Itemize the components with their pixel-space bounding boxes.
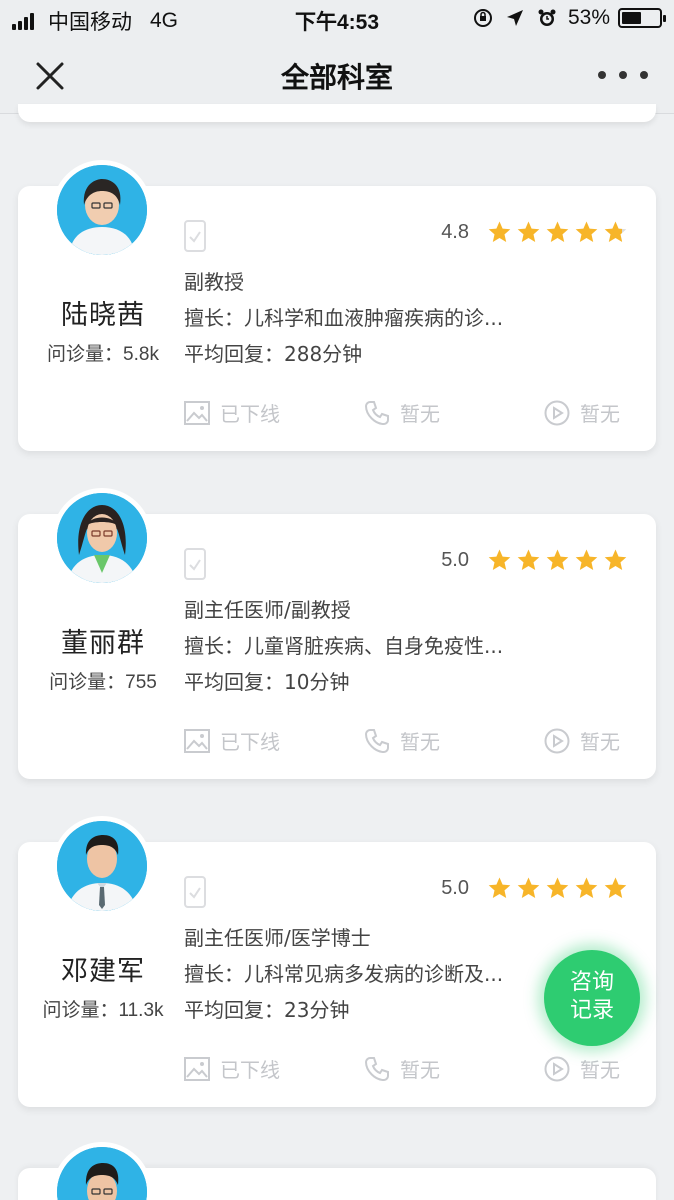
image-consult-label: 已下线: [220, 730, 280, 754]
avatar: [52, 816, 152, 916]
phone-consult-button[interactable]: 暂无: [364, 1054, 440, 1083]
rating-value: 5.0: [441, 549, 469, 571]
star-icon: [604, 877, 627, 898]
star-icon: [488, 549, 511, 570]
image-consult-button[interactable]: 已下线: [184, 1054, 280, 1083]
phone-verified-icon: [184, 220, 206, 252]
star-icon: [517, 549, 540, 570]
consult-count: 问诊量：11.3k: [42, 1000, 164, 1021]
star-icon: [517, 877, 540, 898]
consult-options: 已下线 暂无 暂无: [184, 726, 630, 758]
doctor-name: 董丽群: [61, 628, 145, 659]
phone-consult-button[interactable]: 暂无: [364, 726, 440, 755]
status-right: 53%: [472, 6, 666, 30]
star-rating: [483, 876, 628, 901]
location-icon: [504, 7, 526, 29]
rating-value: 5.0: [441, 877, 469, 899]
video-consult-label: 暂无: [580, 730, 620, 754]
previous-card-tail: [18, 104, 656, 122]
phone-consult-label: 暂无: [400, 730, 440, 754]
star-icon: [546, 549, 569, 570]
alarm-icon: [536, 7, 558, 29]
image-consult-label: 已下线: [220, 402, 280, 426]
image-consult-label: 已下线: [220, 1058, 280, 1082]
video-consult-button[interactable]: 暂无: [544, 1054, 620, 1083]
doctor-card[interactable]: 陆晓茜 问诊量：5.8k 4.8 副教授 擅长：儿科学和血液肿瘤疾病的诊... …: [18, 160, 656, 451]
consult-options: 已下线 暂无 暂无: [184, 1054, 630, 1086]
rating: 5.0: [441, 876, 628, 901]
image-consult-button[interactable]: 已下线: [184, 398, 280, 427]
star-rating: [483, 220, 628, 245]
consult-count: 问诊量：5.8k: [47, 344, 159, 365]
star-icon: [488, 877, 511, 898]
doctor-title: 副主任医师/医学博士: [184, 926, 371, 950]
star-icon: [575, 877, 598, 898]
status-bar: 中国移动 4G 下午4:53 53%: [0, 0, 674, 38]
doctor-name: 陆晓茜: [61, 300, 145, 331]
phone-consult-label: 暂无: [400, 402, 440, 426]
star-icon: [604, 221, 627, 242]
star-icon: [546, 877, 569, 898]
battery-percent: 53%: [567, 6, 610, 29]
doctor-expertise: 擅长：儿童肾脏疾病、自身免疫性...: [184, 634, 504, 658]
video-consult-button[interactable]: 暂无: [544, 398, 620, 427]
consult-count: 问诊量：755: [49, 672, 157, 693]
doctor-expertise: 擅长：儿科常见病多发病的诊断及...: [184, 962, 504, 986]
phone-consult-button[interactable]: 暂无: [364, 398, 440, 427]
star-icon: [604, 549, 627, 570]
video-consult-button[interactable]: 暂无: [544, 726, 620, 755]
doctor-title: 副主任医师/副教授: [184, 598, 351, 622]
consult-records-button[interactable]: 咨询 记录: [544, 950, 640, 1046]
doctor-card[interactable]: 董丽群 问诊量：755 5.0 副主任医师/副教授 擅长：儿童肾脏疾病、自身免疫…: [18, 488, 656, 779]
phone-consult-label: 暂无: [400, 1058, 440, 1082]
rating: 5.0: [441, 548, 628, 573]
doctor-expertise: 擅长：儿科学和血液肿瘤疾病的诊...: [184, 306, 504, 330]
page-title: 全部科室: [280, 61, 393, 94]
video-consult-label: 暂无: [580, 1058, 620, 1082]
star-icon: [546, 221, 569, 242]
star-rating: [483, 548, 628, 573]
video-consult-label: 暂无: [580, 402, 620, 426]
avg-reply-time: 平均回复：23分钟: [184, 998, 350, 1022]
next-doctor-card[interactable]: [18, 1142, 656, 1200]
doctor-title: 副教授: [184, 270, 244, 294]
avg-reply-time: 平均回复：288分钟: [184, 342, 363, 366]
nav-bar: 全部科室: [0, 38, 674, 114]
avatar: [52, 160, 152, 260]
image-consult-button[interactable]: 已下线: [184, 726, 280, 755]
battery-icon: [618, 8, 666, 28]
avatar: [52, 488, 152, 588]
phone-verified-icon: [184, 548, 206, 580]
star-icon: [488, 221, 511, 242]
doctor-name: 邓建军: [61, 956, 145, 987]
star-icon: [517, 221, 540, 242]
fab-label-line2: 记录: [569, 998, 614, 1023]
star-icon: [575, 549, 598, 570]
star-icon: [575, 221, 598, 242]
phone-verified-icon: [184, 876, 206, 908]
fab-label-line1: 咨询: [569, 970, 614, 995]
more-dots-icon[interactable]: [598, 60, 648, 90]
battery-fill: [622, 12, 642, 24]
rating: 4.8: [441, 220, 628, 245]
rotation-lock-icon: [472, 7, 494, 29]
consult-options: 已下线 暂无 暂无: [184, 398, 630, 430]
rating-value: 4.8: [441, 221, 469, 243]
avatar: [52, 1142, 152, 1200]
avg-reply-time: 平均回复：10分钟: [184, 670, 350, 694]
